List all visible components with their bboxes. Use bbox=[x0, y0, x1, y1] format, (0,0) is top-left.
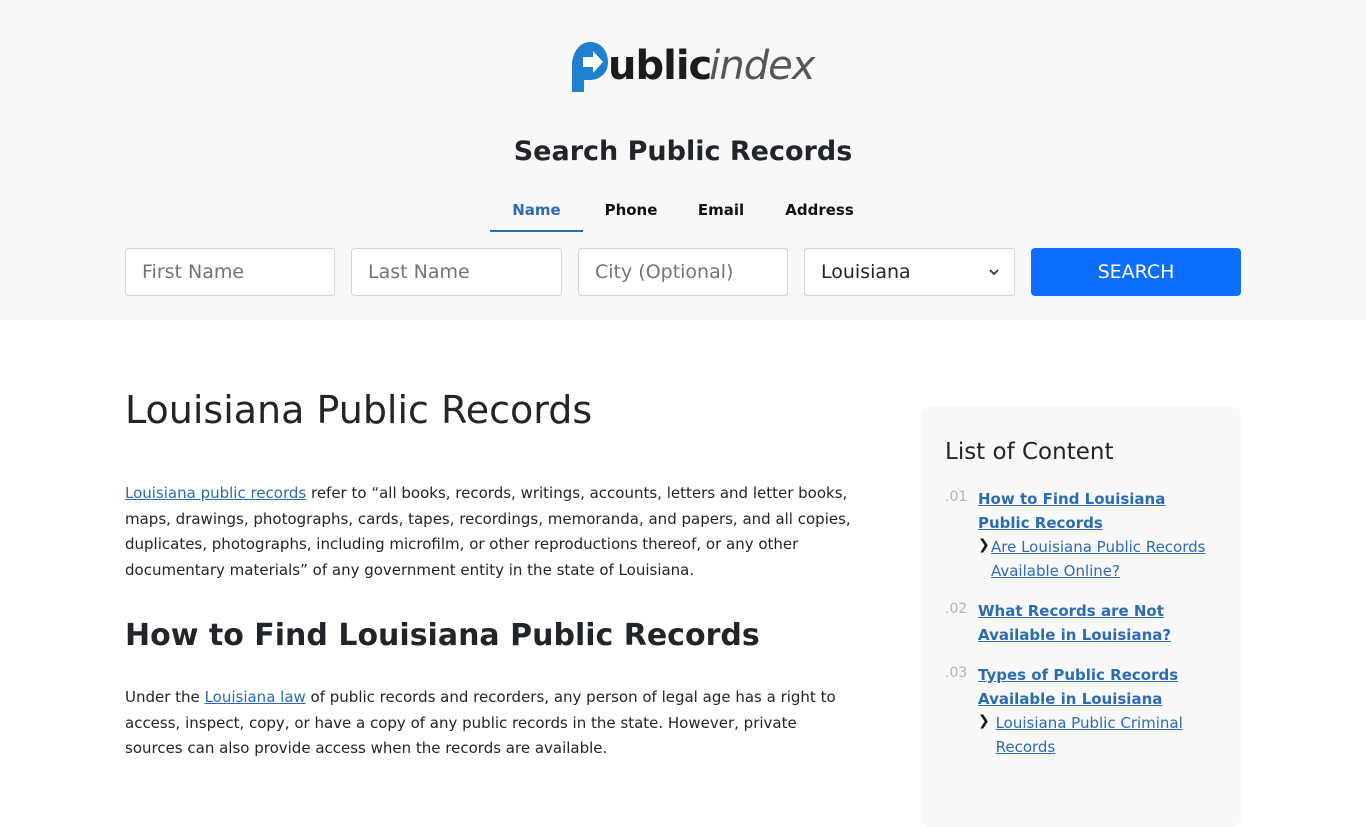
site-header: ublic index Search Public Records Name P… bbox=[0, 0, 1366, 320]
tab-name[interactable]: Name bbox=[490, 194, 583, 232]
article-main: Louisiana Public Records Louisiana publi… bbox=[125, 380, 855, 757]
toc-sublink-criminal-records[interactable]: Louisiana Public Criminal Records bbox=[996, 711, 1217, 759]
toc-item: .02 What Records are Not Available in Lo… bbox=[945, 599, 1217, 647]
louisiana-law-link[interactable]: Louisiana law bbox=[205, 688, 306, 706]
logo-arrow-icon bbox=[572, 42, 608, 92]
intro-paragraph: Louisiana public records refer to “all b… bbox=[125, 481, 855, 584]
chevron-right-icon: ❯ bbox=[978, 537, 990, 553]
publicindex-logo[interactable]: ublic index bbox=[566, 38, 815, 94]
toc-number: .02 bbox=[945, 601, 968, 617]
toc-subitem: ❯ Louisiana Public Criminal Records bbox=[978, 711, 1217, 759]
tab-phone[interactable]: Phone bbox=[583, 194, 679, 232]
toc-sublink-available-online[interactable]: Are Louisiana Public Records Available O… bbox=[991, 535, 1217, 583]
chevron-down-icon bbox=[989, 269, 999, 276]
toc-link-types[interactable]: Types of Public Records Available in Lou… bbox=[978, 663, 1217, 711]
tab-address[interactable]: Address bbox=[763, 194, 876, 232]
tab-email[interactable]: Email bbox=[679, 194, 763, 232]
state-select-value: Louisiana bbox=[821, 261, 911, 283]
toc-subitem: ❯ Are Louisiana Public Records Available… bbox=[978, 535, 1217, 583]
table-of-contents: List of Content .01 How to Find Louisian… bbox=[921, 407, 1241, 827]
louisiana-public-records-link[interactable]: Louisiana public records bbox=[125, 484, 306, 502]
toc-number: .01 bbox=[945, 489, 968, 505]
page-title: Louisiana Public Records bbox=[125, 388, 593, 432]
search-title: Search Public Records bbox=[513, 136, 853, 167]
section-paragraph: Under the Louisiana law of public record… bbox=[125, 685, 855, 762]
logo-word-index: index bbox=[709, 43, 815, 89]
last-name-input[interactable]: Last Name bbox=[351, 248, 562, 296]
toc-link-how-to-find[interactable]: How to Find Louisiana Public Records bbox=[978, 487, 1217, 535]
state-select[interactable]: Louisiana bbox=[804, 248, 1015, 296]
search-tabs: Name Phone Email Address bbox=[490, 194, 876, 232]
city-input[interactable]: City (Optional) bbox=[578, 248, 788, 296]
search-button[interactable]: SEARCH bbox=[1031, 248, 1241, 296]
logo-word-public: ublic bbox=[608, 43, 712, 89]
section-heading: How to Find Louisiana Public Records bbox=[125, 618, 760, 653]
toc-number: .03 bbox=[945, 665, 968, 681]
first-name-input[interactable]: First Name bbox=[125, 248, 335, 296]
toc-item: .01 How to Find Louisiana Public Records… bbox=[945, 487, 1217, 583]
toc-item: .03 Types of Public Records Available in… bbox=[945, 663, 1217, 759]
chevron-right-icon: ❯ bbox=[978, 713, 990, 729]
toc-link-not-available[interactable]: What Records are Not Available in Louisi… bbox=[978, 599, 1217, 647]
toc-title: List of Content bbox=[945, 439, 1114, 465]
para2-pre: Under the bbox=[125, 688, 205, 706]
